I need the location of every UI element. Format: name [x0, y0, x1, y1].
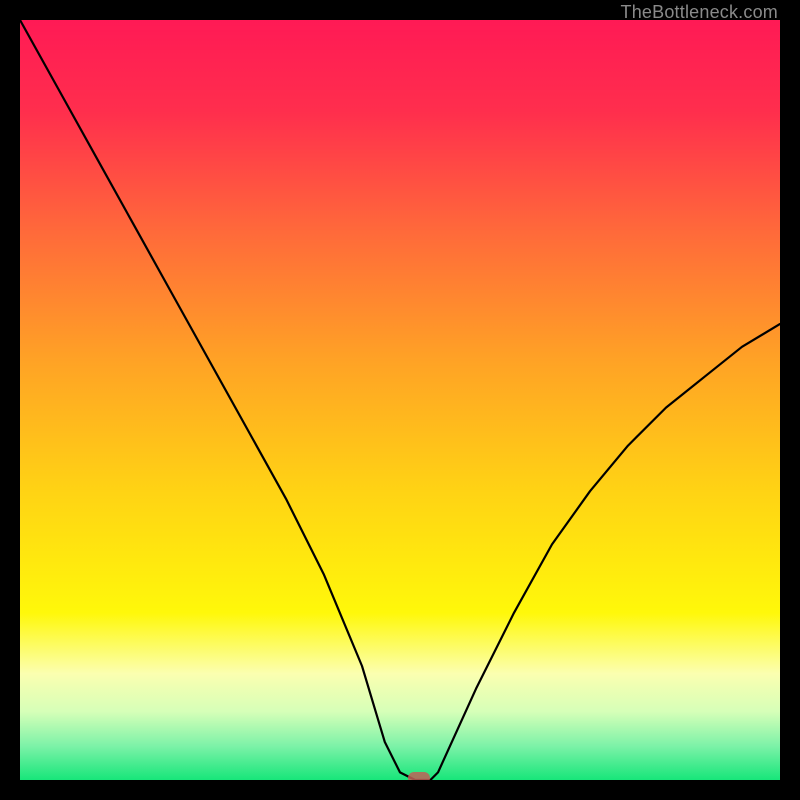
chart-frame: [20, 20, 780, 780]
bottleneck-chart: [20, 20, 780, 780]
optimal-marker: [408, 772, 430, 780]
gradient-background: [20, 20, 780, 780]
